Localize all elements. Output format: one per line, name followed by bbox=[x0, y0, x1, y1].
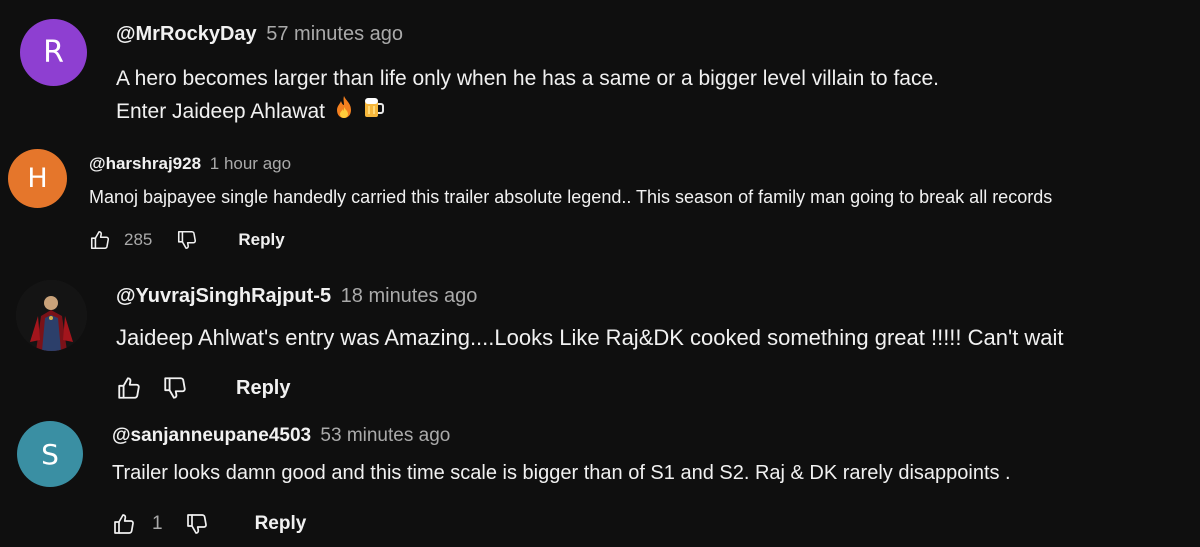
superhero-avatar[interactable] bbox=[16, 280, 87, 351]
reply-button[interactable]: Reply bbox=[238, 230, 284, 250]
beer-mug-emoji bbox=[361, 95, 385, 129]
thumbs-up-icon[interactable] bbox=[116, 375, 142, 401]
comment-actions: Reply bbox=[116, 375, 290, 401]
reply-button[interactable]: Reply bbox=[255, 513, 307, 535]
avatar-letter: H bbox=[27, 163, 48, 194]
thumbs-down-icon[interactable] bbox=[162, 375, 188, 401]
comment-text: Manoj bajpayee single handedly carried t… bbox=[89, 187, 1053, 207]
comment-text: Jaideep Ahlwat's entry was Amazing....Lo… bbox=[116, 325, 1064, 350]
comment-timestamp[interactable]: 18 minutes ago bbox=[341, 285, 478, 307]
comment-header: @harshraj928 1 hour ago bbox=[89, 154, 291, 174]
comment-thread-item: S @sanjanneupane4503 53 minutes ago Trai… bbox=[0, 415, 1200, 547]
comment-thread-item: H @harshraj928 1 hour ago Manoj bajpayee… bbox=[0, 140, 1200, 260]
comment-header: @YuvrajSinghRajput-5 18 minutes ago bbox=[116, 285, 477, 308]
comment-header: @MrRockyDay 57 minutes ago bbox=[116, 23, 403, 46]
thumbs-down-icon[interactable] bbox=[185, 512, 209, 536]
comment-actions: 1 Reply bbox=[112, 512, 306, 536]
like-count: 1 bbox=[152, 513, 163, 534]
author-handle[interactable]: @harshraj928 bbox=[89, 154, 201, 173]
comment-header: @sanjanneupane4503 53 minutes ago bbox=[112, 425, 450, 447]
like-count: 285 bbox=[124, 230, 153, 249]
fire-emoji bbox=[333, 95, 355, 129]
comment-text-line: A hero becomes larger than life only whe… bbox=[116, 67, 939, 90]
avatar[interactable]: S bbox=[17, 421, 83, 487]
comment-actions: 285 Reply bbox=[89, 229, 285, 251]
avatar[interactable]: R bbox=[20, 19, 87, 86]
reply-button[interactable]: Reply bbox=[236, 377, 290, 400]
comment-text: Trailer looks damn good and this time sc… bbox=[112, 462, 1011, 484]
avatar[interactable]: H bbox=[8, 149, 67, 208]
author-handle[interactable]: @sanjanneupane4503 bbox=[112, 425, 311, 446]
thumbs-up-icon[interactable] bbox=[89, 229, 111, 251]
comment-text-line: Enter Jaideep Ahlawat bbox=[116, 100, 325, 123]
author-handle[interactable]: @YuvrajSinghRajput-5 bbox=[116, 285, 331, 307]
comment-thread-item: @YuvrajSinghRajput-5 18 minutes ago Jaid… bbox=[0, 270, 1200, 415]
avatar-letter: S bbox=[41, 437, 59, 471]
comment-timestamp[interactable]: 57 minutes ago bbox=[266, 23, 403, 45]
comment-text-line-wrap: Enter Jaideep Ahlawat bbox=[116, 95, 939, 129]
thumbs-up-icon[interactable] bbox=[112, 512, 136, 536]
avatar-letter: R bbox=[43, 35, 64, 70]
comment-timestamp[interactable]: 53 minutes ago bbox=[320, 425, 450, 446]
author-handle[interactable]: @MrRockyDay bbox=[116, 23, 257, 45]
comment-thread-item: R @MrRockyDay 57 minutes ago A hero beco… bbox=[0, 0, 1200, 130]
comment-timestamp[interactable]: 1 hour ago bbox=[210, 154, 291, 173]
thumbs-down-icon[interactable] bbox=[176, 229, 198, 251]
comment-text: A hero becomes larger than life only whe… bbox=[116, 62, 939, 129]
